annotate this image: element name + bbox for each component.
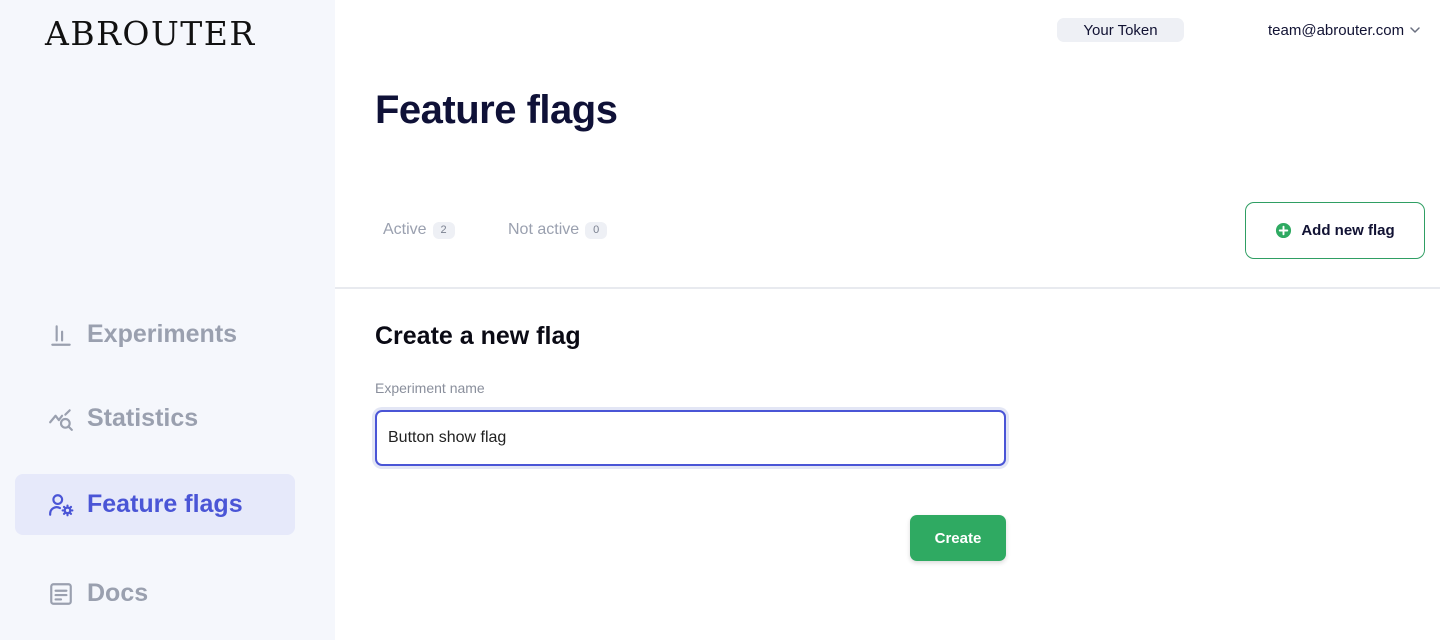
page-title: Feature flags [375, 88, 618, 132]
form-title: Create a new flag [375, 322, 581, 350]
chart-search-icon [48, 406, 74, 432]
sidebar-item-docs[interactable]: Docs [15, 563, 295, 624]
sidebar-item-label: Docs [87, 579, 149, 607]
experiment-name-input[interactable] [375, 410, 1006, 466]
experiment-name-label: Experiment name [375, 380, 485, 396]
chevron-down-icon [1410, 27, 1420, 33]
sidebar-item-label: Feature flags [87, 490, 243, 518]
sidebar-item-label: Statistics [87, 404, 199, 432]
sidebar: ABROUTER Experiments Statistics Feature … [0, 0, 335, 640]
divider [335, 287, 1440, 289]
count-badge: 2 [432, 221, 455, 239]
tab-label: Active [383, 221, 427, 238]
add-new-flag-button[interactable]: Add new flag [1245, 202, 1425, 259]
tab-label: Not active [508, 221, 580, 238]
user-email: team@abrouter.com [1268, 21, 1405, 39]
sidebar-item-statistics[interactable]: Statistics [15, 388, 295, 449]
tab-active[interactable]: Active 2 [383, 218, 455, 242]
sidebar-item-feature-flags[interactable]: Feature flags [15, 474, 295, 535]
your-token-button[interactable]: Your Token [1057, 18, 1184, 42]
plus-circle-icon [1276, 222, 1292, 239]
add-new-flag-label: Add new flag [1301, 222, 1395, 239]
document-icon [48, 581, 74, 607]
sidebar-item-experiments[interactable]: Experiments [15, 304, 295, 365]
bar-chart-icon [48, 322, 74, 348]
sidebar-item-label: Experiments [87, 320, 238, 348]
user-gear-icon [48, 492, 74, 518]
tab-not-active[interactable]: Not active 0 [508, 218, 608, 242]
user-menu[interactable]: team@abrouter.com [1268, 19, 1421, 41]
create-button[interactable]: Create [910, 515, 1006, 561]
count-badge: 0 [585, 221, 608, 239]
app-logo[interactable]: ABROUTER [45, 14, 256, 53]
